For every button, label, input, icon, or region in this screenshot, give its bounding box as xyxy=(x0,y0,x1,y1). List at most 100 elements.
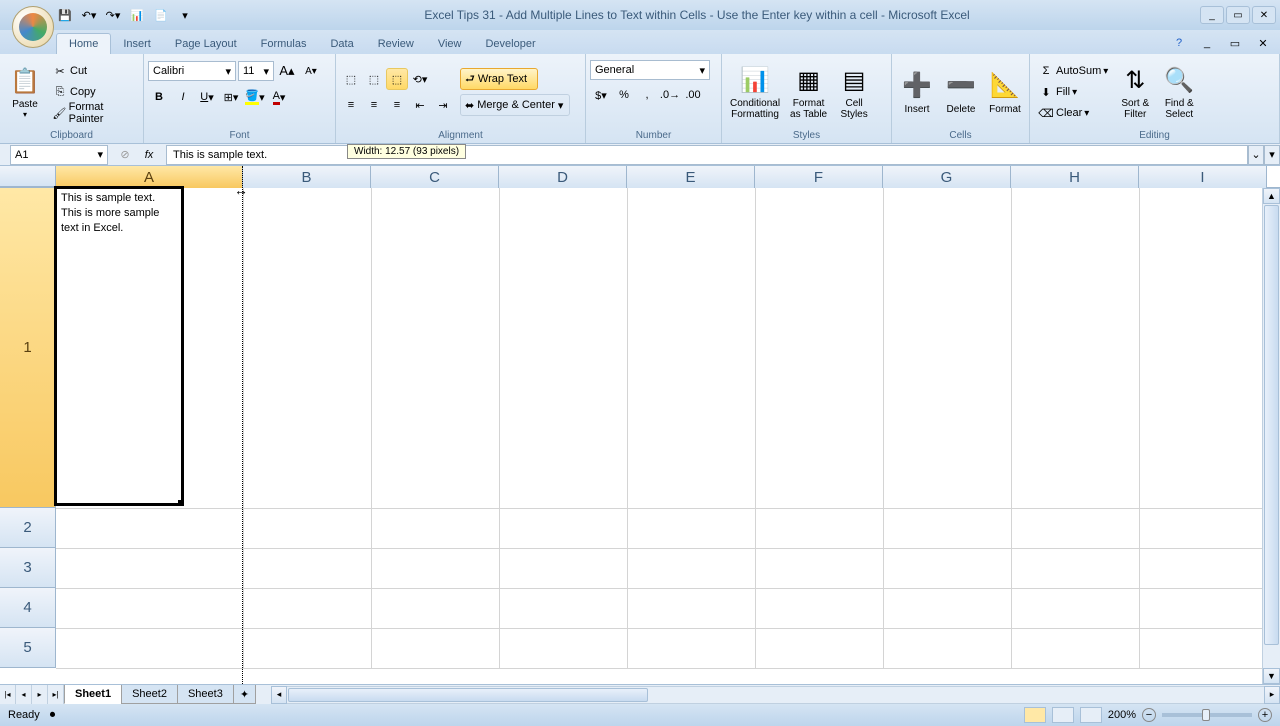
formula-bar-dropdown-icon[interactable]: ▾ xyxy=(1264,145,1280,165)
comma-icon[interactable]: , xyxy=(636,84,658,106)
currency-icon[interactable]: $▾ xyxy=(590,84,612,106)
zoom-level[interactable]: 200% xyxy=(1108,709,1136,721)
help-icon[interactable]: ? xyxy=(1168,32,1190,54)
column-header-G[interactable]: G xyxy=(883,166,1011,188)
minimize-button[interactable]: _ xyxy=(1200,6,1224,24)
fx-icon[interactable]: fx xyxy=(138,144,160,166)
delete-cells-button[interactable]: ➖Delete xyxy=(940,68,982,117)
clear-button[interactable]: ⌫Clear ▾ xyxy=(1034,103,1112,123)
vertical-scrollbar[interactable]: ▲ ▼ xyxy=(1262,188,1280,684)
align-left-icon[interactable]: ≡ xyxy=(340,94,362,116)
wrap-text-button[interactable]: ⮐Wrap Text xyxy=(460,68,538,90)
fill-color-button[interactable]: 🪣▾ xyxy=(244,86,266,108)
maximize-button[interactable]: ▭ xyxy=(1226,6,1250,24)
column-header-H[interactable]: H xyxy=(1011,166,1139,188)
cell-styles-button[interactable]: ▤Cell Styles xyxy=(833,62,875,122)
zoom-slider-thumb[interactable] xyxy=(1202,709,1210,721)
insert-cells-button[interactable]: ➕Insert xyxy=(896,68,938,117)
align-bottom-icon[interactable]: ⬚ xyxy=(386,68,408,90)
tab-developer[interactable]: Developer xyxy=(473,34,547,54)
restore-window-icon[interactable]: ▭ xyxy=(1224,32,1246,54)
tab-page-layout[interactable]: Page Layout xyxy=(163,34,249,54)
vscroll-thumb[interactable] xyxy=(1264,205,1279,645)
find-select-button[interactable]: 🔍Find & Select xyxy=(1158,62,1200,122)
tab-review[interactable]: Review xyxy=(366,34,426,54)
redo-icon[interactable]: ↷▾ xyxy=(104,6,122,24)
last-sheet-icon[interactable]: ▸| xyxy=(48,685,64,704)
font-color-button[interactable]: A▾ xyxy=(268,86,290,108)
row-header-4[interactable]: 4 xyxy=(0,588,56,628)
merge-center-button[interactable]: ⬌Merge & Center▾ xyxy=(460,94,570,116)
borders-button[interactable]: ⊞▾ xyxy=(220,86,242,108)
undo-icon[interactable]: ↶▾ xyxy=(80,6,98,24)
font-name-select[interactable]: Calibri▾ xyxy=(148,61,236,81)
row-header-5[interactable]: 5 xyxy=(0,628,56,668)
increase-decimal-icon[interactable]: .0→ xyxy=(659,84,681,106)
italic-button[interactable]: I xyxy=(172,86,194,108)
number-format-select[interactable]: General▾ xyxy=(590,60,710,80)
normal-view-icon[interactable] xyxy=(1024,707,1046,723)
page-layout-view-icon[interactable] xyxy=(1052,707,1074,723)
tab-data[interactable]: Data xyxy=(318,34,365,54)
sort-filter-button[interactable]: ⇅Sort & Filter xyxy=(1114,62,1156,122)
qat-icon-2[interactable]: 📄 xyxy=(152,6,170,24)
sheet-tab-1[interactable]: Sheet1 xyxy=(64,685,122,704)
align-top-icon[interactable]: ⬚ xyxy=(340,68,362,90)
sheet-tab-3[interactable]: Sheet3 xyxy=(177,685,234,704)
align-center-icon[interactable]: ≡ xyxy=(363,94,385,116)
underline-button[interactable]: U▾ xyxy=(196,86,218,108)
column-header-A[interactable]: A xyxy=(56,166,243,188)
select-all-corner[interactable] xyxy=(0,166,56,187)
copy-button[interactable]: ⎘Copy xyxy=(48,82,139,102)
format-cells-button[interactable]: 📐Format xyxy=(984,68,1026,117)
save-icon[interactable]: 💾 xyxy=(56,6,74,24)
align-right-icon[interactable]: ≡ xyxy=(386,94,408,116)
prev-sheet-icon[interactable]: ◂ xyxy=(16,685,32,704)
horizontal-scrollbar[interactable]: ◂ ▸ xyxy=(271,685,1280,704)
font-size-select[interactable]: 11▾ xyxy=(238,61,274,81)
align-middle-icon[interactable]: ⬚ xyxy=(363,68,385,90)
scroll-right-icon[interactable]: ▸ xyxy=(1264,686,1280,704)
formula-input[interactable]: This is sample text. Width: 12.57 (93 pi… xyxy=(166,145,1248,165)
qat-customize-icon[interactable]: ▾ xyxy=(176,6,194,24)
fill-button[interactable]: ⬇Fill ▾ xyxy=(1034,82,1112,102)
column-header-D[interactable]: D xyxy=(499,166,627,188)
orientation-icon[interactable]: ⟲▾ xyxy=(409,68,431,90)
row-header-3[interactable]: 3 xyxy=(0,548,56,588)
sheet-tab-2[interactable]: Sheet2 xyxy=(121,685,178,704)
scroll-left-icon[interactable]: ◂ xyxy=(271,686,287,704)
name-box[interactable]: A1▾ xyxy=(10,145,108,165)
row-header-1[interactable]: 1 xyxy=(0,188,56,508)
autosum-button[interactable]: ΣAutoSum ▾ xyxy=(1034,61,1112,81)
format-table-button[interactable]: ▦Format as Table xyxy=(786,62,831,122)
tab-view[interactable]: View xyxy=(426,34,474,54)
column-header-F[interactable]: F xyxy=(755,166,883,188)
cells-area[interactable]: This is sample text. This is more sample… xyxy=(56,188,1280,668)
paste-button[interactable]: 📋 Paste ▾ xyxy=(4,63,46,121)
decrease-indent-icon[interactable]: ⇤ xyxy=(409,94,431,116)
qat-icon[interactable]: 📊 xyxy=(128,6,146,24)
zoom-slider[interactable] xyxy=(1162,713,1252,717)
conditional-formatting-button[interactable]: 📊Conditional Formatting xyxy=(726,62,784,122)
new-sheet-button[interactable]: ✦ xyxy=(233,685,256,704)
tab-insert[interactable]: Insert xyxy=(111,34,163,54)
first-sheet-icon[interactable]: |◂ xyxy=(0,685,16,704)
scroll-down-icon[interactable]: ▼ xyxy=(1263,668,1280,684)
format-painter-button[interactable]: 🖌Format Painter xyxy=(48,103,139,123)
next-sheet-icon[interactable]: ▸ xyxy=(32,685,48,704)
office-button[interactable] xyxy=(12,6,54,48)
fill-handle[interactable] xyxy=(178,500,184,506)
close-button[interactable]: ✕ xyxy=(1252,6,1276,24)
grow-font-icon[interactable]: A▴ xyxy=(276,60,298,82)
increase-indent-icon[interactable]: ⇥ xyxy=(432,94,454,116)
column-header-I[interactable]: I xyxy=(1139,166,1267,188)
hscroll-thumb[interactable] xyxy=(288,688,648,702)
tab-formulas[interactable]: Formulas xyxy=(249,34,319,54)
percent-icon[interactable]: % xyxy=(613,84,635,106)
cut-button[interactable]: ✂Cut xyxy=(48,61,139,81)
close-workbook-icon[interactable]: ✕ xyxy=(1252,32,1274,54)
cancel-formula-icon[interactable]: ⊘ xyxy=(114,144,136,166)
scroll-up-icon[interactable]: ▲ xyxy=(1263,188,1280,204)
decrease-decimal-icon[interactable]: .00 xyxy=(682,84,704,106)
tab-home[interactable]: Home xyxy=(56,33,111,54)
